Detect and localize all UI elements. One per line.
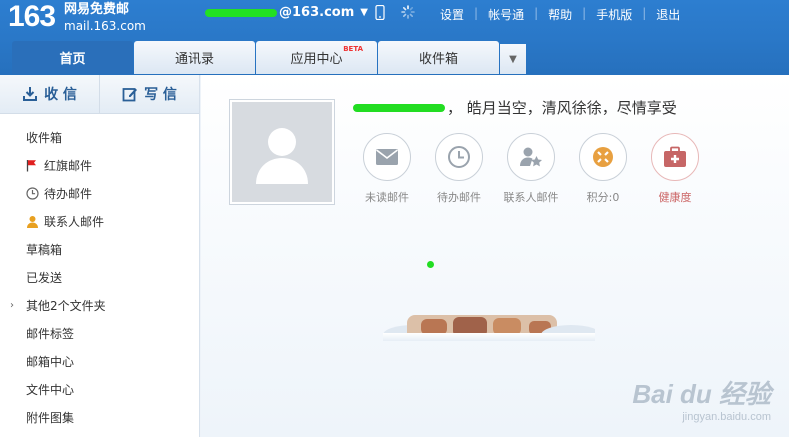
quick-label: 未读邮件 — [365, 191, 409, 204]
contact-icon — [25, 214, 39, 228]
folder-label: 待办邮件 — [44, 186, 93, 201]
header-links: 设置 | 帐号通 | 帮助 | 手机版 | 退出 — [440, 6, 680, 23]
help-link[interactable]: 帮助 — [548, 6, 572, 23]
tabs-more-button[interactable]: ▼ — [500, 44, 526, 74]
divider: | — [582, 6, 587, 20]
folder-inbox[interactable]: 收件箱 — [0, 123, 199, 151]
folder-sent[interactable]: 已发送 — [0, 263, 199, 291]
folder-label: 邮箱中心 — [26, 354, 75, 369]
folder-attachment-gallery[interactable]: 附件图集 — [0, 403, 199, 431]
top-header: 163 网易免费邮 mail.163.com @163.com ▼ 设置 | 帐… — [0, 0, 789, 75]
baidu-watermark: Bai du 经验 jingyan.baidu.com — [632, 374, 771, 423]
status-dot — [427, 261, 434, 268]
sidebar: 收 信 写 信 收件箱 红旗邮件 待办邮件 联系人邮件 草稿箱 已发送 › 其他… — [0, 75, 200, 437]
folder-label: 附件图集 — [26, 410, 75, 425]
mobile-version-link[interactable]: 手机版 — [596, 6, 632, 23]
clock-icon — [25, 186, 39, 200]
red-flag-icon — [25, 158, 39, 172]
tab-home[interactable]: 首页 — [12, 41, 133, 74]
contact-star-icon — [507, 133, 555, 181]
divider: | — [474, 6, 479, 20]
folder-label: 文件中心 — [26, 382, 75, 397]
folder-flagged[interactable]: 红旗邮件 — [0, 151, 199, 179]
health-shortcut[interactable]: 健康度 — [639, 133, 711, 205]
folder-label: 已发送 — [26, 270, 63, 285]
account-menu[interactable]: @163.com ▼ — [205, 5, 368, 20]
download-icon — [23, 87, 38, 101]
tab-contacts[interactable]: 通讯录 — [134, 41, 255, 74]
folder-drafts[interactable]: 草稿箱 — [0, 235, 199, 263]
folder-label: 草稿箱 — [26, 242, 63, 257]
default-avatar-icon — [232, 102, 332, 202]
chevron-down-icon: ▼ — [509, 53, 517, 65]
folder-label: 其他2个文件夹 — [26, 298, 106, 313]
health-kit-icon — [651, 133, 699, 181]
settings-link[interactable]: 设置 — [440, 6, 464, 23]
quick-label: 积分:0 — [586, 191, 620, 204]
folder-other-folders[interactable]: › 其他2个文件夹 — [0, 291, 199, 319]
tab-label: 首页 — [59, 52, 86, 67]
compose-button[interactable]: 写 信 — [99, 75, 199, 113]
chevron-right-icon[interactable]: › — [10, 300, 14, 311]
unread-mail-shortcut[interactable]: 未读邮件 — [351, 133, 423, 205]
background-illustration — [383, 305, 595, 341]
quick-stats: 未读邮件 待办邮件 联系人邮件 积分:0 健康度 — [351, 133, 711, 205]
receive-label: 收 信 — [44, 87, 77, 103]
folder-contact-mail[interactable]: 联系人邮件 — [0, 207, 199, 235]
logo-number: 163 — [8, 0, 56, 33]
watermark-text: Bai du 经验 — [632, 379, 771, 409]
folder-list: 收件箱 红旗邮件 待办邮件 联系人邮件 草稿箱 已发送 › 其他2个文件夹 邮件… — [0, 114, 199, 431]
account-domain: @163.com — [279, 5, 355, 20]
tab-label: 通讯录 — [174, 52, 214, 67]
beta-badge: BETA — [343, 45, 363, 53]
folder-label: 红旗邮件 — [44, 158, 93, 173]
compose-label: 写 信 — [144, 87, 177, 103]
todo-mail-shortcut[interactable]: 待办邮件 — [423, 133, 495, 205]
redacted-username — [353, 103, 445, 112]
tab-label: 收件箱 — [418, 52, 458, 67]
clock-icon — [435, 133, 483, 181]
contact-mail-shortcut[interactable]: 联系人邮件 — [495, 133, 567, 205]
home-main: ， 皓月当空，清风徐徐，尽情享受 未读邮件 待办邮件 联系人邮件 积分:0 健康… — [201, 75, 789, 437]
folder-mail-tags[interactable]: 邮件标签 — [0, 319, 199, 347]
points-shortcut[interactable]: 积分:0 — [567, 133, 639, 205]
redacted-username — [205, 8, 277, 17]
folder-todo[interactable]: 待办邮件 — [0, 179, 199, 207]
logo-line1: 网易免费邮 — [64, 2, 130, 17]
greeting-text: ， 皓月当空，清风徐徐，尽情享受 — [447, 99, 677, 117]
folder-file-center[interactable]: 文件中心 — [0, 375, 199, 403]
quick-label: 待办邮件 — [437, 191, 481, 204]
logout-link[interactable]: 退出 — [656, 6, 680, 23]
receive-button[interactable]: 收 信 — [0, 75, 99, 113]
folder-label: 联系人邮件 — [44, 214, 105, 229]
tab-app-center[interactable]: 应用中心 BETA — [256, 41, 377, 74]
mail-actions: 收 信 写 信 — [0, 75, 199, 114]
compose-icon — [122, 88, 138, 102]
tab-inbox[interactable]: 收件箱 — [378, 41, 499, 74]
chevron-down-icon[interactable]: ▼ — [360, 7, 368, 18]
quick-label: 健康度 — [658, 191, 692, 204]
greeting: ， 皓月当空，清风徐徐，尽情享受 — [353, 97, 677, 118]
loading-spinner-icon[interactable] — [400, 4, 416, 20]
divider: | — [534, 6, 539, 20]
points-icon — [579, 133, 627, 181]
main-tabs: 首页 通讯录 应用中心 BETA 收件箱 ▼ — [12, 41, 526, 74]
envelope-icon — [363, 133, 411, 181]
watermark-url: jingyan.baidu.com — [682, 411, 771, 423]
logo-line2: mail.163.com — [64, 19, 146, 33]
folder-label: 收件箱 — [26, 130, 63, 145]
divider: | — [642, 6, 647, 20]
tab-label: 应用中心 — [290, 52, 343, 67]
avatar[interactable] — [229, 99, 335, 205]
folder-mailbox-center[interactable]: 邮箱中心 — [0, 347, 199, 375]
header-icons — [372, 4, 428, 20]
logo[interactable]: 163 — [8, 0, 56, 33]
quick-label: 联系人邮件 — [503, 191, 559, 204]
folder-label: 邮件标签 — [26, 326, 75, 341]
mobile-phone-icon[interactable] — [372, 4, 388, 20]
account-pass-link[interactable]: 帐号通 — [488, 6, 524, 23]
logo-text: 网易免费邮 mail.163.com — [64, 2, 164, 34]
